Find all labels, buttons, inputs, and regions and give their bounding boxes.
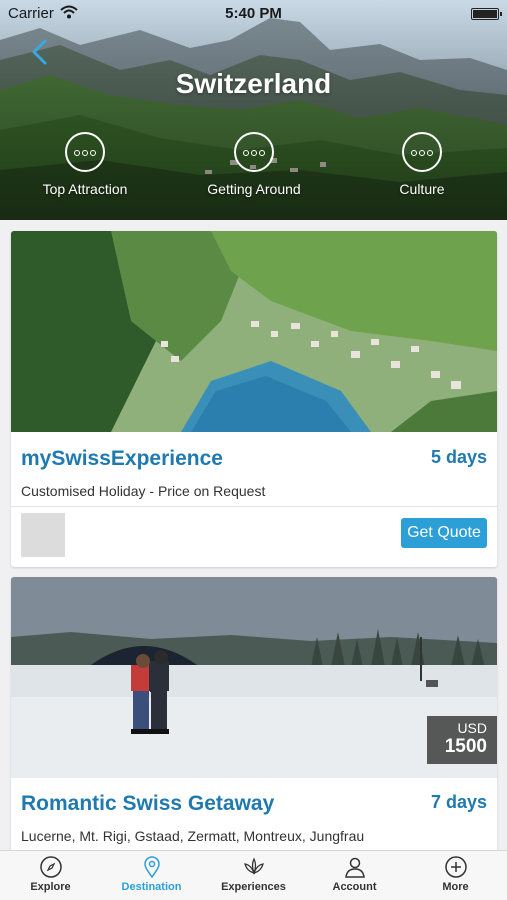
tab-experiences[interactable]: Experiences — [203, 855, 304, 893]
destination-screen: Carrier 5:40 PM Switzerland Top Attracti… — [0, 0, 507, 900]
get-quote-button[interactable]: Get Quote — [401, 518, 487, 548]
status-bar: Carrier 5:40 PM — [0, 0, 507, 28]
package-title: mySwissExperience — [21, 447, 223, 470]
package-duration: 7 days — [430, 792, 487, 812]
plus-circle-icon — [444, 856, 467, 878]
package-card[interactable]: USD 1500 Romantic Swiss Getaway 7 days L… — [11, 577, 497, 867]
category-label: Getting Around — [207, 181, 301, 197]
valley-lake-image — [11, 231, 497, 432]
snowy-couple-umbrella-image — [11, 577, 497, 778]
tab-label: Experiences — [221, 881, 286, 893]
person-icon — [344, 857, 365, 878]
page-title: Switzerland — [175, 68, 332, 99]
price-currency: USD — [457, 720, 487, 736]
category-label: Culture — [399, 181, 445, 197]
package-duration: 5 days — [430, 447, 487, 467]
package-subtitle: Customised Holiday - Price on Request — [21, 483, 266, 499]
tab-label: Account — [332, 881, 377, 893]
category-top-attraction[interactable]: Top Attraction — [15, 132, 155, 197]
ellipsis-circle-icon — [234, 132, 274, 172]
tab-explore[interactable]: Explore — [0, 855, 101, 893]
category-label: Top Attraction — [42, 181, 128, 197]
ellipsis-circle-icon — [402, 132, 442, 172]
category-culture[interactable]: Culture — [352, 132, 492, 197]
package-card[interactable]: mySwissExperience 5 days Customised Holi… — [11, 231, 497, 567]
ellipsis-circle-icon — [65, 132, 105, 172]
tab-destination[interactable]: Destination — [101, 855, 202, 893]
tab-label: Explore — [30, 881, 71, 893]
tab-account[interactable]: Account — [304, 855, 405, 893]
hero-header: Carrier 5:40 PM Switzerland Top Attracti… — [0, 0, 507, 220]
price-amount: 1500 — [444, 736, 487, 757]
package-photo: USD 1500 — [11, 577, 497, 778]
battery-icon — [471, 8, 502, 20]
back-chevron-icon[interactable] — [28, 38, 52, 66]
provider-thumbnail — [21, 513, 65, 557]
package-photo — [11, 231, 497, 432]
map-pin-icon — [143, 856, 160, 879]
tab-label: More — [442, 881, 469, 893]
divider — [11, 506, 497, 507]
package-title: Romantic Swiss Getaway — [21, 792, 275, 815]
category-getting-around[interactable]: Getting Around — [184, 132, 324, 197]
tab-bar: Explore Destination Experiences Account — [0, 850, 507, 900]
price-tag: USD 1500 — [427, 716, 497, 764]
package-subtitle: Lucerne, Mt. Rigi, Gstaad, Zermatt, Mont… — [21, 828, 365, 844]
tab-more[interactable]: More — [405, 855, 506, 893]
lotus-icon — [243, 857, 264, 875]
compass-icon — [39, 856, 62, 878]
clock-label: 5:40 PM — [225, 5, 282, 22]
tab-label: Destination — [121, 881, 182, 893]
